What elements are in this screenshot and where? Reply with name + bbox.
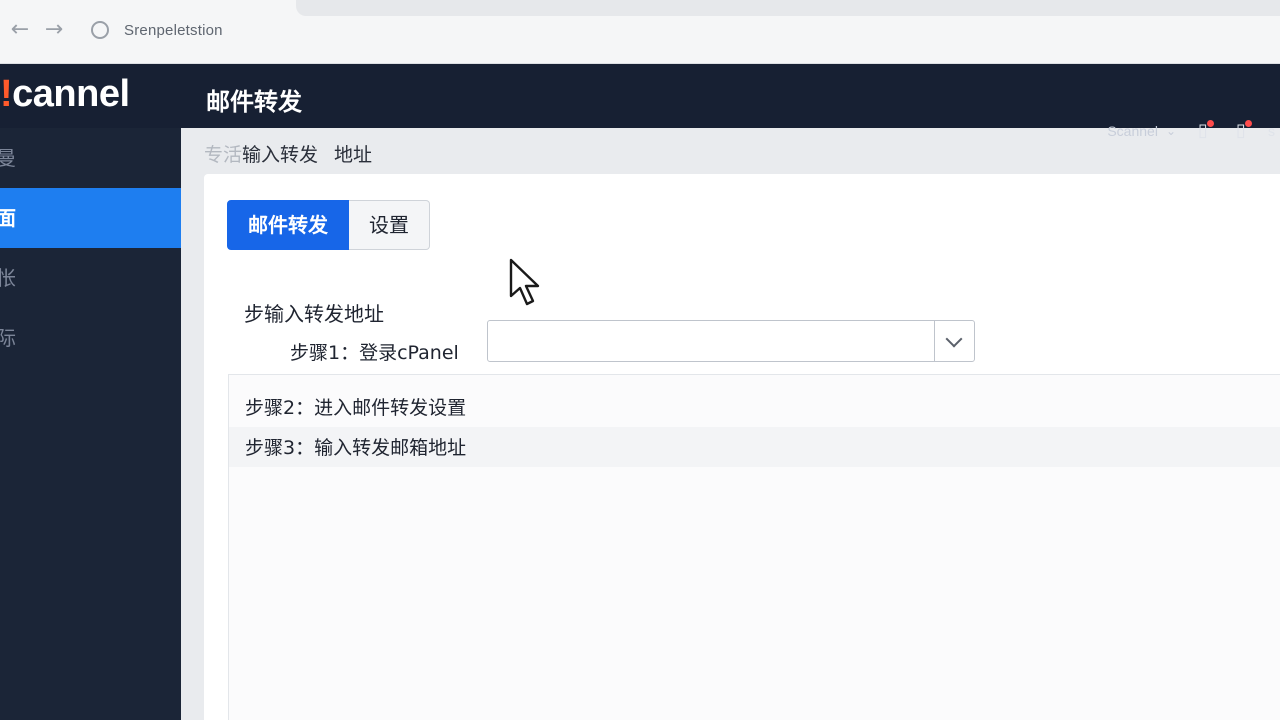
forward-arrow-icon[interactable]: →	[40, 16, 68, 44]
tab-settings[interactable]: 设置	[349, 200, 430, 250]
mouse-cursor-icon	[509, 258, 540, 306]
sidebar-item-2[interactable]: 面	[0, 188, 181, 248]
notification-icon[interactable]: ▯	[1192, 120, 1214, 142]
back-arrow-icon[interactable]: ←	[6, 16, 34, 44]
chevron-down-icon: ⌄	[1165, 124, 1176, 138]
browser-tab-strip	[296, 0, 1280, 16]
breadcrumb: 专活输入转发 地址	[204, 140, 372, 167]
message-badge	[1245, 120, 1252, 127]
page-header-title: 邮件转发	[206, 88, 302, 116]
address-bar[interactable]: Srenpeletstion	[124, 22, 223, 46]
sidebar-item-label: 怅	[0, 266, 16, 290]
header-actions: Scannel ⌄ ▯ ▯ s	[1107, 116, 1280, 146]
browser-toolbar: ← → Srenpeletstion	[0, 0, 1280, 64]
sidebar-item-3[interactable]: 怅	[0, 248, 181, 308]
breadcrumb-text: 输入转发	[242, 144, 319, 166]
sidebar-item-label: 曼	[0, 146, 16, 170]
tab-mail-forwarding[interactable]: 邮件转发	[227, 200, 349, 250]
tab-bar: 邮件转发 设置	[227, 200, 430, 250]
header-trailing-text: s	[1268, 123, 1275, 139]
reload-icon[interactable]	[86, 16, 114, 44]
sidebar-item-1[interactable]: 曼	[0, 128, 181, 188]
sidebar-item-label: 际	[0, 326, 16, 350]
select-dropdown-button[interactable]	[934, 321, 974, 361]
app-header: !cannel 邮件转发	[0, 64, 1280, 128]
logo-text: cannel	[12, 73, 130, 115]
step1-label: 步骤1：登录cPanel	[290, 342, 459, 364]
step1-select[interactable]	[487, 320, 975, 362]
sidebar-item-4[interactable]: 际	[0, 308, 181, 368]
breadcrumb-faint: 专活	[204, 144, 243, 166]
message-icon[interactable]: ▯	[1230, 120, 1252, 142]
chevron-down-icon	[945, 330, 963, 348]
sidebar: 曼 面 怅 际	[0, 128, 181, 720]
notification-badge	[1207, 120, 1214, 127]
step-item: 步骤3：输入转发邮箱地址	[245, 437, 467, 459]
step-item: 步骤2：进入邮件转发设置	[245, 397, 467, 419]
user-menu[interactable]: Scannel ⌄	[1107, 123, 1176, 139]
sidebar-item-label: 面	[0, 206, 16, 230]
logo[interactable]: !cannel	[0, 72, 130, 116]
breadcrumb-item[interactable]: 地址	[334, 140, 372, 167]
section-title: 步输入转发地址	[244, 302, 384, 326]
main-card: 邮件转发 设置 步输入转发地址 步骤1：登录cPanel 步骤2：进入邮件转发设…	[204, 174, 1280, 720]
logo-mark: !	[0, 73, 13, 115]
user-name: Scannel	[1107, 123, 1158, 139]
breadcrumb-item[interactable]: 专活输入转发	[204, 140, 318, 167]
steps-panel: 步骤2：进入邮件转发设置 步骤3：输入转发邮箱地址	[228, 374, 1280, 720]
